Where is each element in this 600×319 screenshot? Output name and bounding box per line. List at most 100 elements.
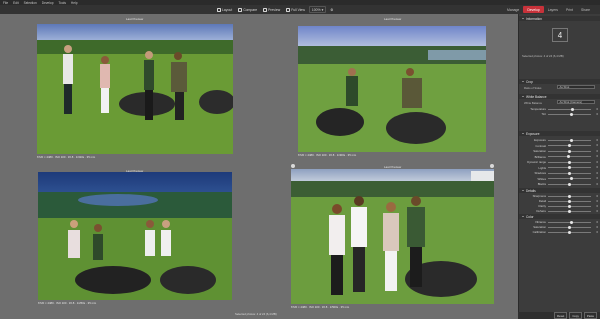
slider-row: Calibration 0 [522,230,598,234]
photo-title: Last Preview [384,17,402,21]
photo-close-handle[interactable] [490,164,494,168]
slider-track[interactable] [548,112,591,116]
slider-row: Whites 0 [522,177,598,181]
slider-handle[interactable] [568,171,571,175]
crop-ratio-select[interactable]: As Shot [557,85,595,89]
slider-track[interactable] [548,107,591,111]
slider-handle[interactable] [571,107,575,111]
zoom-select[interactable]: 100% ▾ [308,6,327,13]
slider-row: Clarity 0 [522,204,598,208]
menu-develop[interactable]: Develop [42,1,54,5]
slider-label: Shadows [534,171,546,175]
slider-handle[interactable] [568,144,571,147]
collapse-icon [522,133,524,134]
slider-track[interactable] [548,138,591,142]
crop-section-header[interactable]: Crop [519,79,600,84]
layout-button[interactable]: Layout [215,6,234,13]
mode-layers[interactable]: Layers [544,6,562,13]
information-section-header[interactable]: Information [519,16,600,21]
menu-file[interactable]: File [3,1,8,5]
slider-handle[interactable] [568,182,571,186]
copy-button[interactable]: Copy [569,312,582,319]
slider-handle[interactable] [568,230,571,234]
slider-handle[interactable] [568,204,571,208]
slider-row: Brilliance 0 [522,155,598,159]
slider-label: Contrast [535,143,546,148]
slider-track[interactable] [548,182,591,186]
slider-label: Sharpness [532,194,546,198]
slider-track[interactable] [548,144,591,147]
slider-row: Sharpness 0 [522,194,598,198]
menu-help[interactable]: Help [71,1,78,5]
slider-value: 0 [596,160,598,164]
color-section-header[interactable]: Color [519,214,600,219]
slider-track[interactable] [548,149,591,153]
mode-develop[interactable]: Develop [523,6,544,13]
slider-track[interactable] [548,194,591,198]
slider-track[interactable] [548,225,591,229]
paste-button[interactable]: Paste [583,312,597,319]
slider-row: Dehaze 0 [522,209,598,213]
white-balance-select[interactable]: As Shot (Camera) [557,100,595,104]
photo-image [38,172,232,300]
slider-handle[interactable] [568,160,571,164]
slider-handle[interactable] [568,149,571,153]
slider-row: Exposure 0 [522,138,598,142]
slider-value: 0 [596,182,598,186]
menu-edit[interactable]: Edit [13,1,19,5]
photo-group-couples[interactable] [37,24,233,154]
exposure-section-header[interactable]: Exposure [519,131,600,136]
slider-value: 0 [596,194,598,198]
slider-track[interactable] [548,155,591,158]
slider-label: Saturation [533,225,546,229]
slider-handle[interactable] [570,220,574,224]
panel-footer: Reset Copy Paste [518,312,600,319]
slider-value: 0 [596,209,598,213]
details-section-header[interactable]: Details [519,188,600,193]
slider-track[interactable] [548,166,591,169]
slider-track[interactable] [548,199,591,203]
slider-track[interactable] [548,171,591,175]
slider-track[interactable] [548,209,591,213]
photo-atv-riders[interactable] [298,26,486,152]
slider-handle[interactable] [568,166,571,169]
slider-track[interactable] [548,160,591,164]
slider-track[interactable] [548,220,591,224]
slider-value: 0 [596,177,598,180]
slider-label: Detail [538,199,546,203]
photo-friends-river[interactable] [38,172,232,300]
slider-handle[interactable] [570,112,574,116]
mode-print[interactable]: Print [562,6,577,13]
slider-row: Tint 0 [522,112,598,116]
slider-handle[interactable] [570,138,574,142]
slider-row: Temperature 0 [522,107,598,111]
slider-label: Blacks [537,182,546,186]
photo-rotate-handle[interactable] [291,164,295,168]
slider-label: Tint [541,112,546,116]
slider-handle[interactable] [568,225,571,229]
slider-value: 0 [596,107,598,111]
photo-group-selfie[interactable] [291,169,494,304]
white-balance-section-header[interactable]: White Balance [519,94,600,99]
slider-track[interactable] [548,230,591,234]
slider-handle[interactable] [568,194,571,198]
photo-caption: 6720 × 4480 · ISO 100 · f/2.8 · 1/250s ·… [38,301,97,305]
slider-handle[interactable] [567,155,571,158]
slider-handle[interactable] [568,209,571,213]
mode-share[interactable]: Share [577,6,594,13]
preview-icon [263,7,268,12]
full-view-button[interactable]: Full View [284,6,307,13]
slider-label: Calibration [532,230,546,234]
preview-button[interactable]: Preview [261,6,282,13]
reset-button[interactable]: Reset [554,312,568,319]
slider-track[interactable] [548,177,591,180]
menu-tools[interactable]: Tools [58,1,65,5]
menu-selection[interactable]: Selection [24,1,37,5]
gear-icon: ⚙ [330,7,334,12]
compare-button[interactable]: Compare [236,6,259,13]
mode-manage[interactable]: Manage [503,6,523,13]
slider-handle[interactable] [568,199,571,203]
slider-handle[interactable] [570,177,574,180]
settings-button[interactable]: ⚙ [328,6,335,13]
slider-track[interactable] [548,204,591,208]
